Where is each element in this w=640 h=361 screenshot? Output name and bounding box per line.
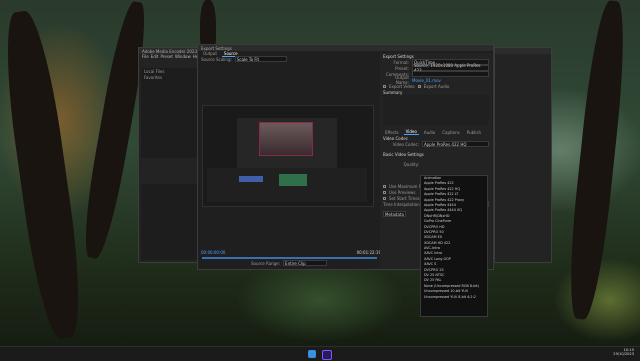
tab-audio[interactable]: Audio (422, 130, 437, 135)
source-range-label: Source Range: (251, 260, 281, 266)
queue-window (494, 47, 552, 263)
preset-label: Preset: (395, 65, 409, 71)
source-range-select[interactable]: Entire Clip (283, 260, 328, 266)
set-start-checkbox[interactable] (383, 196, 386, 200)
title-bar (495, 48, 551, 54)
timecode-row: 00:00:00:00 00:01:22:19 (198, 249, 384, 255)
tab-captions[interactable]: Captions (440, 130, 462, 135)
export-video-checkbox[interactable] (383, 84, 386, 88)
timeline-scrubber[interactable] (202, 257, 377, 259)
tab-effects[interactable]: Effects (383, 130, 401, 135)
window-title: Adobe Media Encoder 2023 (142, 48, 198, 54)
video-codec-select[interactable]: Apple ProRes 422 HQ (422, 141, 489, 147)
source-scaling-label: Source Scaling: (201, 56, 232, 62)
menu-item-preset[interactable]: Preset (160, 54, 172, 59)
media-encoder-window: Adobe Media Encoder 2023 File Edit Prese… (138, 47, 202, 263)
tab-publish[interactable]: Publish (465, 130, 483, 135)
preview-clip (239, 176, 263, 182)
menu-item-file[interactable]: File (142, 54, 149, 59)
tab-output[interactable]: Output (201, 51, 219, 56)
browser-item-favorites[interactable]: Favorites (141, 74, 199, 80)
preview-video-thumb (259, 122, 313, 156)
taskbar: 10:15 29/10/2023 (0, 346, 640, 361)
output-link[interactable]: Movie_01.mov (412, 78, 441, 83)
timecode-out[interactable]: 00:01:22:19 (357, 250, 381, 255)
preset-browser-panel (141, 184, 199, 260)
comments-input[interactable] (412, 71, 489, 77)
preview-frame (202, 105, 374, 207)
menu-bar: File Edit Preset Window Help (139, 54, 202, 59)
use-previews-label: Use Previews (389, 189, 416, 195)
max-render-checkbox[interactable] (383, 184, 386, 188)
preview-clip (279, 174, 307, 186)
video-codec-dropdown: Animation Apple ProRes 422 Apple ProRes 42… (420, 175, 488, 317)
quality-label: Quality: (403, 161, 419, 167)
summary-text (383, 95, 489, 125)
timecode-in[interactable]: 00:00:00:00 (201, 250, 225, 255)
video-codec-label: Video Codec: (392, 141, 419, 147)
clock-date: 29/10/2023 (613, 352, 634, 356)
menu-item-edit[interactable]: Edit (151, 54, 159, 59)
tab-video[interactable]: Video (403, 129, 419, 135)
media-browser-panel: Local Files Favorites (141, 68, 199, 158)
quality-row: Quality: (380, 161, 492, 167)
preview-area (202, 105, 374, 207)
time-interp-label: Time Interpolation: (383, 201, 422, 207)
use-previews-checkbox[interactable] (383, 190, 386, 194)
source-range-row: Source Range: Entire Clip (248, 260, 330, 266)
menu-item-window[interactable]: Window (175, 54, 191, 59)
format-label: Format: (393, 59, 409, 65)
codec-option[interactable]: Uncompressed YUV 8-bit 4:2:2 (421, 295, 487, 300)
export-audio-checkbox[interactable] (417, 84, 421, 88)
source-scaling-select[interactable]: Scale To Fit (234, 56, 287, 62)
video-codec-row: Video Codec: Apple ProRes 422 HQ (380, 141, 492, 147)
basic-settings-header: Basic Video Settings (383, 151, 424, 157)
settings-tabs: Effects Video Audio Captions Publish (380, 129, 492, 135)
export-video-label: Export Video (389, 83, 415, 89)
metadata-button[interactable]: Metadata (383, 211, 406, 217)
taskbar-clock[interactable]: 10:15 29/10/2023 (613, 348, 634, 356)
export-audio-label: Export Audio (423, 83, 450, 89)
media-encoder-taskbar-icon[interactable] (322, 350, 332, 360)
start-icon[interactable] (308, 350, 316, 358)
